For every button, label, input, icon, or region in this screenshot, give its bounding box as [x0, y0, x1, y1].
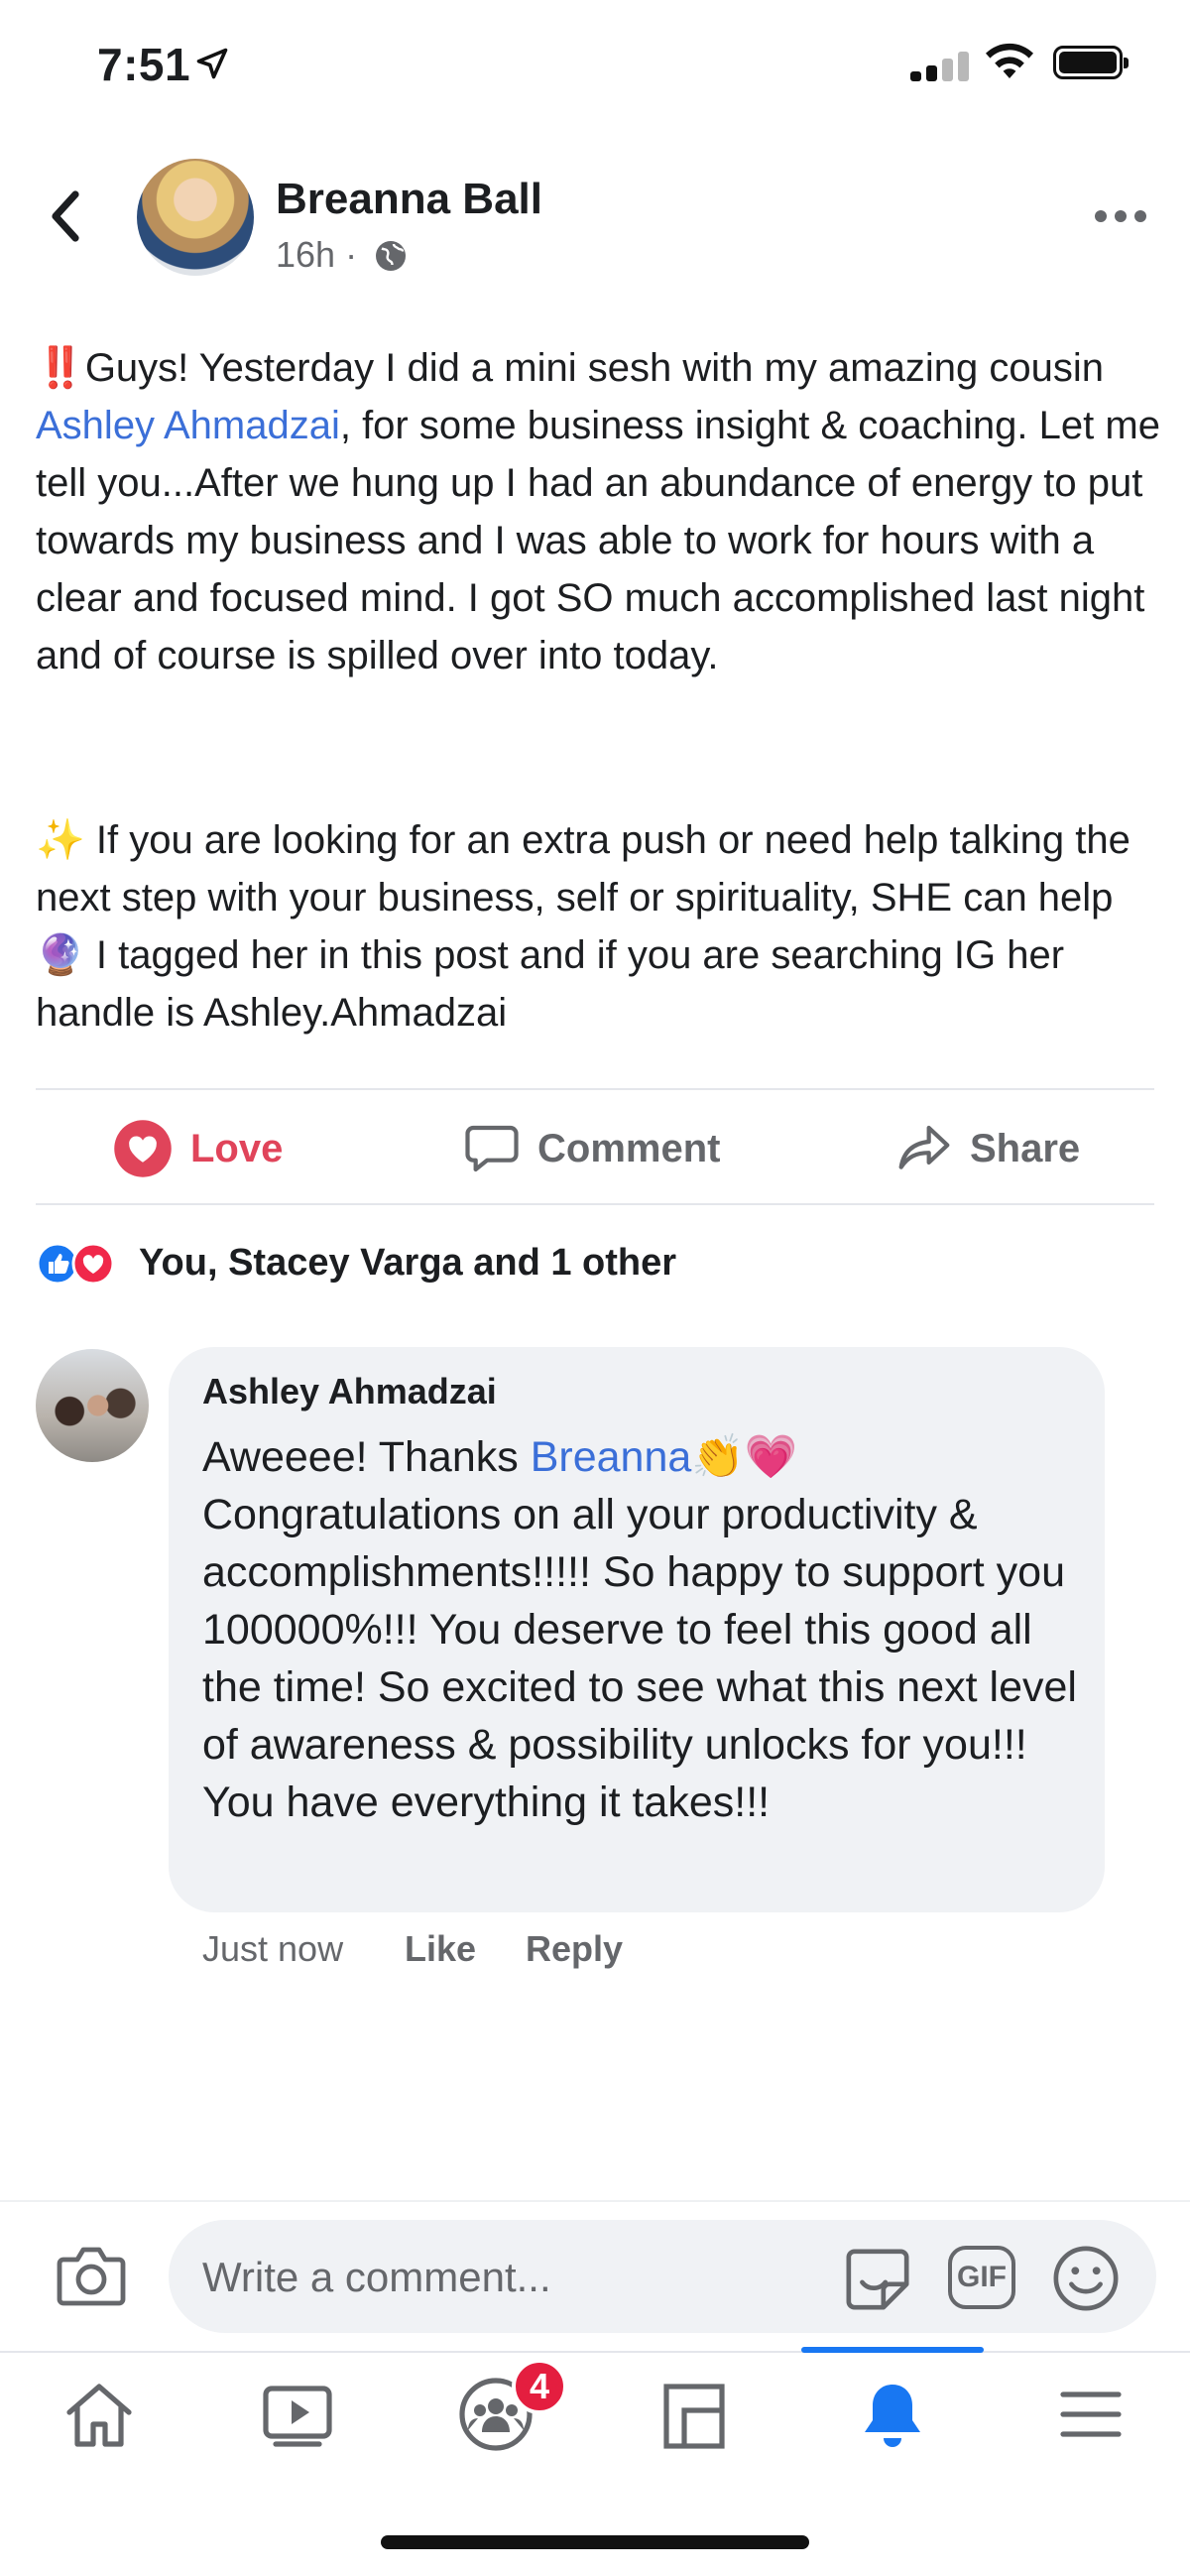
status-time: 7:51 — [97, 39, 191, 90]
camera-icon[interactable] — [56, 2244, 127, 2307]
heart-reaction-icon — [114, 1120, 172, 1177]
comment-reply-button[interactable]: Reply — [526, 1928, 623, 1970]
share-arrow-icon — [898, 1125, 950, 1169]
tabbar-divider — [0, 2351, 1190, 2353]
globe-icon — [376, 241, 406, 271]
commenter-avatar[interactable] — [36, 1349, 149, 1462]
sticker-icon[interactable] — [843, 2244, 912, 2313]
love-reaction-icon — [71, 1242, 115, 1286]
menu-icon[interactable] — [1051, 2375, 1130, 2454]
active-tab-indicator — [801, 2347, 984, 2353]
battery-icon — [1053, 46, 1129, 79]
more-options-icon[interactable] — [1095, 210, 1146, 224]
home-indicator — [381, 2535, 809, 2549]
double-exclamation-emoji: ‼️ — [36, 346, 85, 390]
comment-icon — [465, 1125, 519, 1172]
comment-button[interactable]: Comment — [464, 1119, 720, 1178]
pages-icon[interactable] — [654, 2375, 734, 2454]
location-arrow-icon — [196, 48, 228, 79]
crystal-ball-emoji: 🔮 — [36, 933, 85, 977]
reactions-summary[interactable]: You, Stacey Varga and 1 other — [139, 1242, 676, 1285]
home-icon[interactable] — [60, 2375, 139, 2454]
share-button[interactable]: Share — [896, 1119, 1080, 1178]
divider — [36, 1203, 1154, 1205]
bell-icon[interactable] — [853, 2375, 932, 2454]
composer-divider — [0, 2200, 1190, 2202]
comment-author-name[interactable]: Ashley Ahmadzai — [202, 1371, 497, 1412]
comment-time: Just now — [202, 1928, 344, 1969]
emoji-icon[interactable] — [1051, 2244, 1121, 2313]
love-button[interactable]: Love — [113, 1119, 283, 1178]
wifi-icon — [986, 43, 1033, 78]
clap-heart-emojis: 👏💗 — [691, 1433, 798, 1481]
post-paragraph-1: ‼️Guys! Yesterday I did a mini sesh with… — [36, 346, 1160, 677]
like-reaction-icon — [36, 1242, 79, 1286]
comment-text: Aweeee! Thanks Breanna👏💗 Congratulations… — [202, 1433, 1077, 1826]
mention-link[interactable]: Breanna — [531, 1433, 692, 1481]
signal-icon — [910, 52, 970, 81]
gif-button[interactable]: GIF — [948, 2246, 1015, 2309]
tagged-user-link[interactable]: Ashley Ahmadzai — [36, 404, 340, 447]
post-meta: 16h · — [276, 234, 357, 276]
author-avatar[interactable] — [137, 159, 254, 276]
comment-like-button[interactable]: Like — [405, 1928, 476, 1970]
post-author-name[interactable]: Breanna Ball — [276, 175, 542, 224]
post-paragraph-2: ✨ If you are looking for an extra push o… — [36, 818, 1130, 1035]
back-chevron-icon[interactable] — [46, 188, 85, 244]
comment-placeholder[interactable]: Write a comment... — [202, 2254, 551, 2301]
groups-badge: 4 — [512, 2359, 567, 2414]
video-icon[interactable] — [258, 2375, 337, 2454]
divider — [36, 1088, 1154, 1090]
post-time[interactable]: 16h — [276, 234, 335, 275]
sparkles-emoji: ✨ — [36, 818, 85, 862]
reaction-icons[interactable] — [34, 1242, 129, 1286]
meta-separator: · — [345, 234, 358, 275]
